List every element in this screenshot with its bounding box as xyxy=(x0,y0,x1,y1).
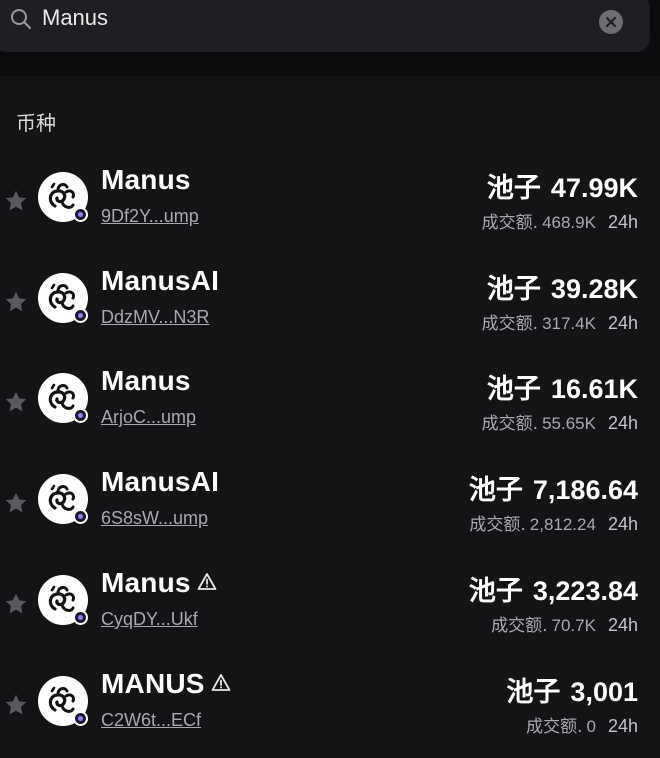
token-avatar xyxy=(38,273,88,323)
pool-value: 39.28K xyxy=(550,274,638,304)
volume-label: 成交额. xyxy=(526,717,583,737)
warning-icon xyxy=(197,566,217,598)
pool-value: 3,223.84 xyxy=(532,576,638,606)
volume-period: 24h xyxy=(607,413,638,433)
pool-label: 池子 xyxy=(468,576,523,607)
pool-label: 池子 xyxy=(468,475,523,506)
solana-chain-icon xyxy=(73,207,88,222)
volume-period: 24h xyxy=(607,313,638,333)
token-name: ManusAI xyxy=(101,466,220,497)
token-row[interactable]: ManusAI 6S8sW...ump 池子 7,186.64 成交额. 2,812… xyxy=(0,456,660,556)
token-address[interactable]: 6S8sW...ump xyxy=(101,508,208,529)
token-address[interactable]: 9Df2Y...ump xyxy=(101,206,199,227)
token-avatar xyxy=(38,172,88,222)
pool-label: 池子 xyxy=(486,173,541,204)
solana-chain-icon xyxy=(73,408,88,423)
pool-value: 16.61K xyxy=(550,374,638,404)
star-icon[interactable] xyxy=(3,289,29,319)
warning-icon xyxy=(211,667,231,699)
token-address[interactable]: DdzMV...N3R xyxy=(101,307,209,328)
volume-label: 成交额. xyxy=(481,414,539,434)
clear-icon[interactable] xyxy=(599,10,623,34)
token-row[interactable]: ManusAI DdzMV...N3R 池子 39.28K 成交额. 317.4K 2… xyxy=(0,255,660,355)
pool-value: 3,001 xyxy=(570,677,638,707)
solana-chain-icon xyxy=(73,610,88,625)
search-input[interactable]: Manus xyxy=(42,5,108,31)
token-row[interactable]: MANUS C2W6t...ECf 池子 3,001 成交额. 0 24h xyxy=(0,658,660,758)
volume-label: 成交额. xyxy=(491,616,548,636)
volume-value: 70.7K xyxy=(551,616,596,635)
token-name: Manus xyxy=(101,567,191,598)
star-icon[interactable] xyxy=(3,389,29,419)
star-icon[interactable] xyxy=(3,591,29,621)
volume-value: 468.9K xyxy=(542,213,596,232)
token-name: Manus xyxy=(101,365,191,396)
token-address[interactable]: ArjoC...ump xyxy=(101,407,196,428)
star-icon[interactable] xyxy=(3,490,29,520)
token-avatar xyxy=(38,474,88,524)
volume-period: 24h xyxy=(607,615,638,635)
token-row[interactable]: Manus 9Df2Y...ump 池子 47.99K 成交额. 468.9K 24h xyxy=(0,154,660,254)
solana-chain-icon xyxy=(73,308,88,323)
star-icon[interactable] xyxy=(3,188,29,218)
pool-label: 池子 xyxy=(486,274,541,305)
volume-label: 成交额. xyxy=(481,213,539,233)
pool-label: 池子 xyxy=(486,374,541,405)
token-row[interactable]: Manus ArjoC...ump 池子 16.61K 成交额. 55.65K 24h xyxy=(0,355,660,455)
volume-label: 成交额. xyxy=(469,515,526,535)
pool-label: 池子 xyxy=(506,677,561,708)
volume-period: 24h xyxy=(607,716,638,736)
token-name: ManusAI xyxy=(101,265,220,296)
volume-value: 55.65K xyxy=(542,414,596,433)
pool-value: 47.99K xyxy=(550,173,638,203)
volume-period: 24h xyxy=(607,212,638,232)
token-avatar xyxy=(38,575,88,625)
token-address[interactable]: CyqDY...Ukf xyxy=(101,609,198,630)
pool-value: 7,186.64 xyxy=(532,475,638,505)
star-icon[interactable] xyxy=(3,692,29,722)
token-name: MANUS xyxy=(101,668,205,699)
token-name: Manus xyxy=(101,164,191,195)
search-bar-area: Manus xyxy=(0,0,660,76)
section-title: 币种 xyxy=(16,111,56,135)
token-avatar xyxy=(38,676,88,726)
volume-value: 2,812.24 xyxy=(529,515,596,534)
solana-chain-icon xyxy=(73,509,88,524)
volume-period: 24h xyxy=(607,514,638,534)
token-row[interactable]: Manus CyqDY...Ukf 池子 3,223.84 成交额. 70.7K 24… xyxy=(0,557,660,657)
token-avatar xyxy=(38,373,88,423)
solana-chain-icon xyxy=(73,711,88,726)
search-box[interactable]: Manus xyxy=(0,0,650,52)
search-icon xyxy=(10,8,32,34)
volume-value: 317.4K xyxy=(542,314,596,333)
token-address[interactable]: C2W6t...ECf xyxy=(101,710,201,731)
volume-label: 成交额. xyxy=(481,314,539,334)
volume-value: 0 xyxy=(586,717,596,736)
